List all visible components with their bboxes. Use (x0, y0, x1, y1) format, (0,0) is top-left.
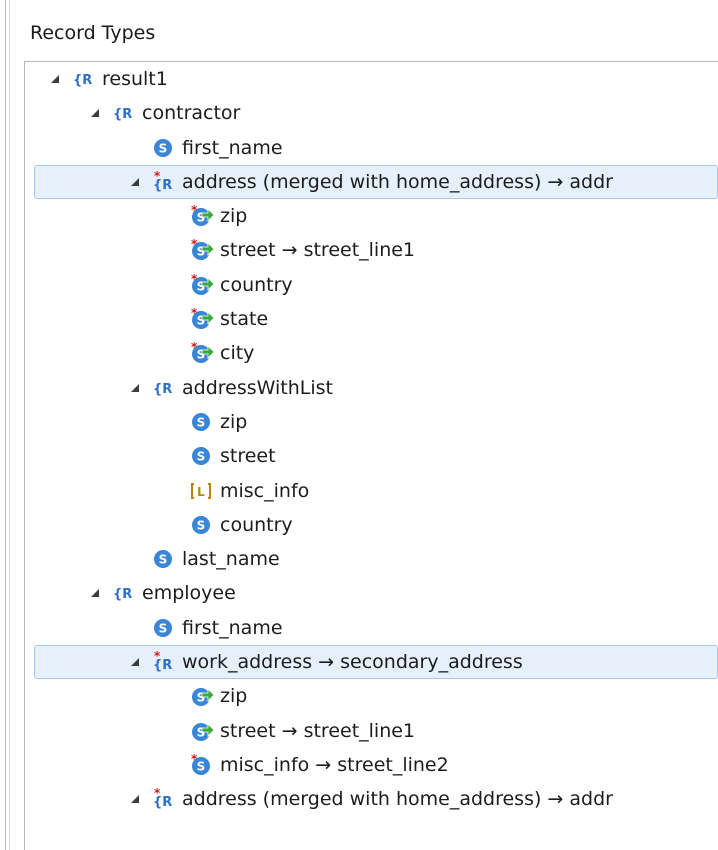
svg-text:*: * (154, 788, 161, 800)
tree-row-address-with-list[interactable]: {R} addressWithList (0, 371, 718, 405)
svg-text:S: S (197, 518, 206, 532)
tree-item-label: last_name (182, 548, 280, 571)
svg-text:{R}: {R} (113, 107, 134, 122)
tree-item-label: country (220, 513, 293, 536)
list-field-icon: L (190, 480, 212, 502)
string-field-icon: S (152, 548, 174, 570)
string-field-icon: S (152, 137, 174, 159)
tree-row-contractor-first-name[interactable]: S first_name (0, 131, 718, 165)
tree-item-label: result1 (102, 68, 168, 90)
svg-text:*: * (191, 308, 198, 320)
tree-item-label: address (merged with home_address) → add… (182, 788, 613, 811)
record-type-icon: {R} (112, 582, 134, 604)
tree-row-awl-misc-info[interactable]: L misc_info (0, 474, 718, 508)
svg-text:S: S (159, 621, 168, 635)
expanded-triangle-icon[interactable] (128, 792, 142, 806)
mapped-string-field-icon: S (190, 685, 214, 707)
tree-row-result1[interactable]: {R} result1 (0, 62, 718, 96)
tree-row-awl-zip[interactable]: S zip (0, 405, 718, 439)
svg-text:S: S (197, 725, 206, 739)
mapped-string-field-icon: S * (190, 205, 214, 227)
record-type-icon: {R} (72, 68, 94, 90)
tree-row-address-state[interactable]: S * state (0, 302, 718, 336)
tree-row-contractor-last-name[interactable]: S last_name (0, 542, 718, 576)
svg-text:*: * (191, 239, 198, 251)
tree-row-wa-zip[interactable]: S zip (0, 679, 718, 713)
mapped-string-field-icon: S * (190, 342, 214, 364)
tree-item-label: address (merged with home_address) → add… (182, 170, 613, 193)
tree-row-contractor-address[interactable]: {R}* address (merged with home_address) … (34, 164, 718, 200)
tree-item-label: zip (220, 205, 248, 228)
tree-item-label: country (220, 273, 293, 296)
tree-item-label: addressWithList (182, 376, 333, 399)
string-field-icon: S (152, 617, 174, 639)
tree-item-label: state (220, 308, 269, 331)
svg-text:*: * (154, 171, 161, 183)
tree-row-employee[interactable]: {R} employee (0, 576, 718, 610)
tree-item-label: zip (220, 685, 248, 708)
mapped-string-field-icon: S * (190, 274, 214, 296)
tree-row-employee-address[interactable]: {R}* address (merged with home_address) … (0, 782, 718, 816)
tree-item-label: employee (142, 582, 236, 605)
tree-row-wa-street[interactable]: S street → street_line1 (0, 714, 718, 748)
tree-item-label: street (220, 445, 276, 468)
tree-item-label: city (220, 342, 255, 365)
record-types-tree[interactable]: {R} result1 {R} contractor S (0, 62, 718, 817)
tree-item-label: street → street_line1 (220, 239, 416, 262)
svg-text:{R}: {R} (113, 587, 134, 602)
expanded-triangle-icon[interactable] (128, 175, 142, 189)
expanded-triangle-icon[interactable] (128, 655, 142, 669)
svg-text:S: S (159, 553, 168, 567)
tree-row-awl-street[interactable]: S street (0, 439, 718, 473)
svg-text:S: S (197, 415, 206, 429)
svg-text:S: S (159, 141, 168, 155)
tree-item-label: misc_info (220, 479, 310, 502)
tree-row-address-zip[interactable]: S * zip (0, 199, 718, 233)
svg-text:*: * (191, 754, 198, 766)
tree-item-label: work_address → secondary_address (182, 651, 523, 674)
mapped-string-field-icon: S * (190, 239, 214, 261)
tree-item-label: first_name (182, 136, 283, 159)
mapped-string-field-icon: S (190, 720, 214, 742)
tree-row-wa-misc-info[interactable]: S * misc_info → street_line2 (0, 748, 718, 782)
string-field-icon: S (190, 514, 212, 536)
svg-text:S: S (197, 691, 206, 705)
modified-string-field-icon: S * (190, 754, 212, 776)
svg-text:*: * (191, 274, 198, 286)
svg-text:S: S (197, 759, 206, 773)
svg-text:*: * (191, 205, 198, 217)
tree-item-label: street → street_line1 (220, 719, 416, 742)
svg-text:L: L (197, 485, 205, 499)
modified-record-icon: {R}* (152, 171, 174, 193)
tree-item-label: first_name (182, 616, 283, 639)
tree-row-awl-country[interactable]: S country (0, 508, 718, 542)
tree-row-employee-first-name[interactable]: S first_name (0, 611, 718, 645)
expanded-triangle-icon[interactable] (128, 381, 142, 395)
tree-row-contractor[interactable]: {R} contractor (0, 96, 718, 130)
record-type-icon: {R} (112, 102, 134, 124)
string-field-icon: S (190, 445, 212, 467)
expanded-triangle-icon[interactable] (88, 106, 102, 120)
svg-text:*: * (154, 651, 161, 663)
tree-item-label: contractor (142, 102, 241, 125)
svg-text:*: * (191, 342, 198, 354)
record-type-icon: {R} (152, 377, 174, 399)
modified-record-icon: {R}* (152, 788, 174, 810)
tree-row-address-country[interactable]: S * country (0, 268, 718, 302)
tree-item-label: zip (220, 410, 248, 433)
modified-record-icon: {R}* (152, 651, 174, 673)
record-types-panel: Record Types {R} result1 {R} (0, 0, 718, 850)
svg-text:{R}: {R} (73, 73, 94, 88)
expanded-triangle-icon[interactable] (88, 586, 102, 600)
svg-text:{R}: {R} (153, 382, 174, 397)
tree-item-label: misc_info → street_line2 (220, 753, 449, 776)
expanded-triangle-icon[interactable] (48, 72, 62, 86)
svg-text:S: S (197, 450, 206, 464)
tree-row-employee-work-address[interactable]: {R}* work_address → secondary_address (34, 645, 718, 680)
tree-row-address-city[interactable]: S * city (0, 336, 718, 370)
string-field-icon: S (190, 411, 212, 433)
panel-title: Record Types (30, 22, 156, 44)
tree-row-address-street[interactable]: S * street → street_line1 (0, 233, 718, 267)
mapped-string-field-icon: S * (190, 308, 214, 330)
